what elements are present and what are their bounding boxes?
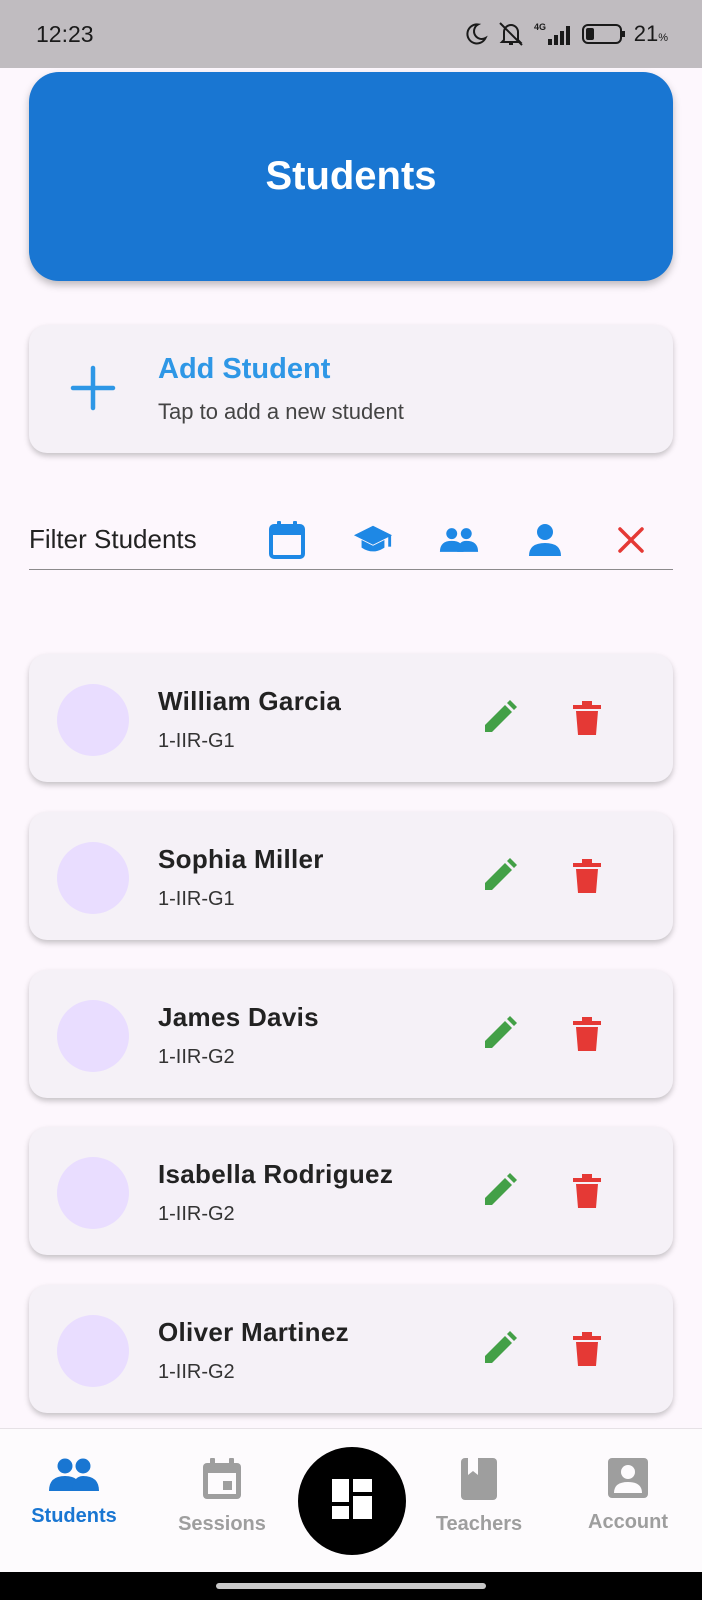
status-bar: 12:23 4G 21% <box>0 0 702 68</box>
nav-item-account[interactable]: Account <box>558 1457 698 1534</box>
nav-label-account: Account <box>588 1511 668 1533</box>
trash-icon[interactable] <box>567 1171 607 1211</box>
student-group: 1-IIR-G2 <box>158 1203 235 1225</box>
add-student-card[interactable]: Add Student Tap to add a new student <box>29 325 673 453</box>
add-student-subtitle: Tap to add a new student <box>158 399 404 424</box>
moon-icon <box>464 22 488 46</box>
trash-icon[interactable] <box>567 856 607 896</box>
add-student-title: Add Student <box>158 353 331 385</box>
pencil-icon[interactable] <box>479 1329 519 1369</box>
list-item[interactable]: Oliver Martinez 1-IIR-G2 <box>29 1285 673 1413</box>
pencil-icon[interactable] <box>479 856 519 896</box>
student-group: 1-IIR-G2 <box>158 1361 235 1383</box>
status-time: 12:23 <box>36 20 94 47</box>
trash-icon[interactable] <box>567 698 607 738</box>
student-name: Sophia Miller <box>158 844 324 874</box>
battery-icon <box>581 23 626 45</box>
avatar <box>57 1157 129 1229</box>
pencil-icon[interactable] <box>479 1014 519 1054</box>
filter-bar: Filter Students <box>29 508 673 570</box>
book-icon <box>409 1457 549 1501</box>
nav-label-teachers: Teachers <box>435 1513 523 1535</box>
home-indicator[interactable] <box>216 1583 486 1589</box>
status-icons: 4G 21% <box>464 21 668 47</box>
battery-percent: 21% <box>633 21 668 46</box>
nav-label-students: Students <box>31 1505 117 1527</box>
list-item[interactable]: James Davis 1-IIR-G2 <box>29 970 673 1098</box>
dashboard-icon <box>332 1478 372 1524</box>
pencil-icon[interactable] <box>479 698 519 738</box>
student-name: William Garcia <box>158 686 342 716</box>
nav-item-sessions[interactable]: Sessions <box>152 1457 292 1536</box>
list-item[interactable]: Sophia Miller 1-IIR-G1 <box>29 812 673 940</box>
student-group: 1-IIR-G1 <box>158 730 235 752</box>
nav-item-teachers[interactable]: Teachers <box>409 1457 549 1536</box>
graduation-cap-icon[interactable] <box>353 520 393 560</box>
person-icon[interactable] <box>525 520 565 560</box>
account-box-icon <box>558 1457 698 1499</box>
header-banner: Students <box>29 72 673 281</box>
pencil-icon[interactable] <box>479 1171 519 1211</box>
plus-icon <box>69 364 117 417</box>
trash-icon[interactable] <box>567 1329 607 1369</box>
muted-bell-icon <box>496 21 526 47</box>
avatar <box>57 1315 129 1387</box>
close-icon[interactable] <box>611 520 651 560</box>
gesture-bar <box>0 1572 702 1600</box>
student-group: 1-IIR-G2 <box>158 1046 235 1068</box>
filter-label: Filter Students <box>29 524 197 554</box>
signal-icon: 4G <box>534 21 574 47</box>
avatar <box>57 842 129 914</box>
student-group: 1-IIR-G1 <box>158 888 235 910</box>
trash-icon[interactable] <box>567 1014 607 1054</box>
network-type-label: 4G <box>534 22 546 32</box>
student-name: Isabella Rodriguez <box>158 1159 394 1189</box>
list-item[interactable]: William Garcia 1-IIR-G1 <box>29 654 673 782</box>
nav-item-students[interactable]: Students <box>4 1457 144 1528</box>
nav-label-sessions: Sessions <box>178 1513 266 1535</box>
student-name: James Davis <box>158 1002 319 1032</box>
avatar <box>57 1000 129 1072</box>
dashboard-button[interactable] <box>298 1447 406 1555</box>
list-item[interactable]: Isabella Rodriguez 1-IIR-G2 <box>29 1127 673 1255</box>
calendar-icon[interactable] <box>267 520 307 560</box>
group-icon <box>4 1457 144 1493</box>
calendar-icon <box>152 1457 292 1501</box>
student-name: Oliver Martinez <box>158 1317 349 1347</box>
group-icon[interactable] <box>439 520 479 560</box>
avatar <box>57 684 129 756</box>
page-title: Students <box>265 154 437 198</box>
